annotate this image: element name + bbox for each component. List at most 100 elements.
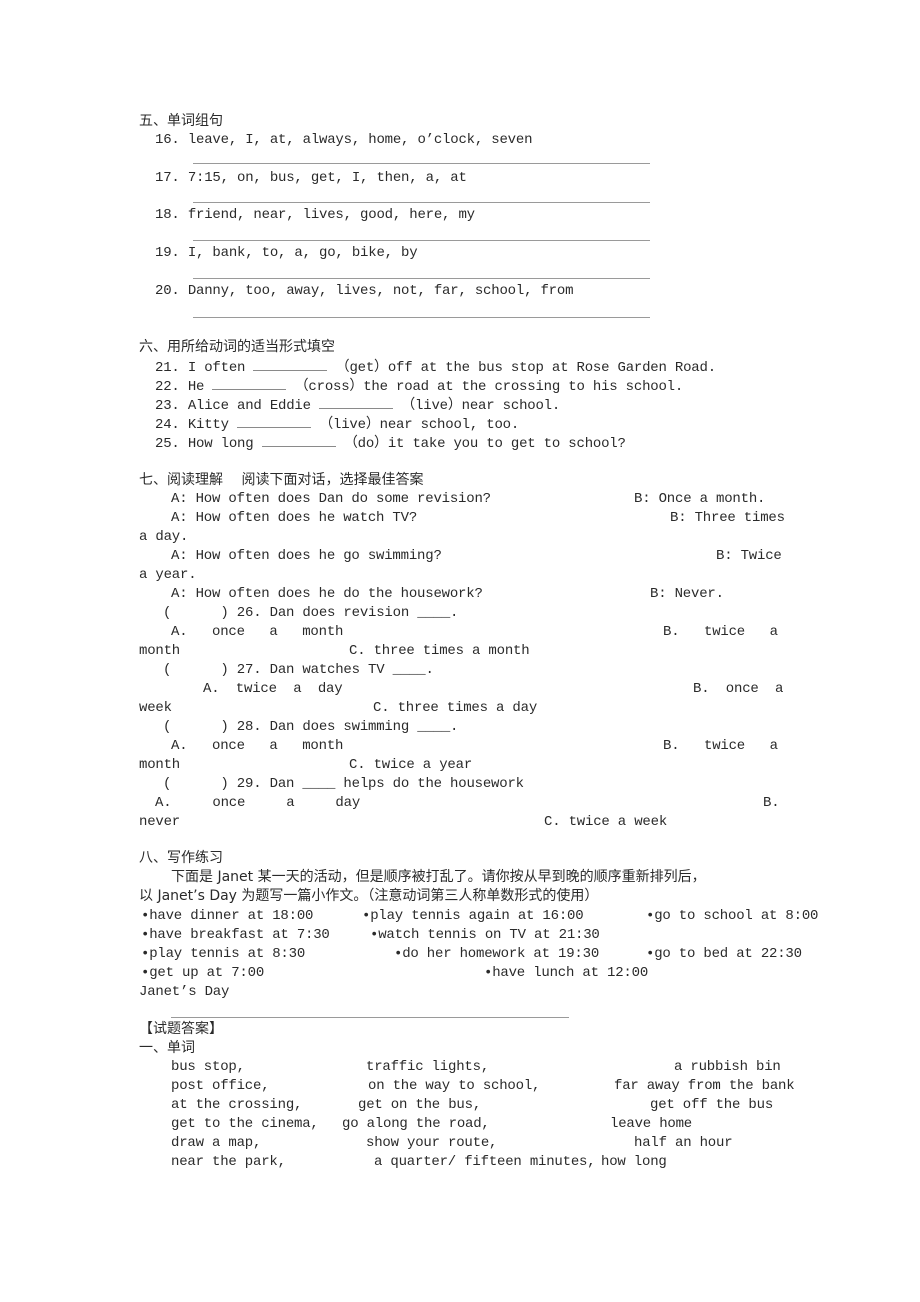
s5-q18: 18. friend, near, lives, good, here, my [155, 206, 475, 225]
essay-writing-line[interactable] [171, 1017, 569, 1018]
s6-q24: 24. Kitty （live）near school, too. [155, 414, 519, 435]
q26-option-c[interactable]: C. three times a month [349, 642, 530, 661]
answers-section1-title: 一、单词 [139, 1040, 195, 1056]
q-after: off at the bus stop at Rose Garden Road. [387, 360, 716, 376]
q28-option-b-wrap: month [139, 757, 181, 773]
answer-word: get to the cinema, [171, 1116, 319, 1132]
q26-option-a[interactable]: A. once a month [171, 623, 343, 642]
q-num: 20. [155, 283, 180, 299]
activity-item: •go to bed at 22:30 [646, 946, 802, 962]
answer-line-19[interactable] [193, 278, 650, 279]
activity-item: •have breakfast at 7:30 [141, 927, 330, 943]
question-29-stem: ( ) 29. Dan ____ helps do the housework [163, 776, 524, 792]
q26-option-b[interactable]: B. twice a [663, 623, 778, 642]
answer-word: show your route, [366, 1135, 498, 1151]
q-verb: （do） [343, 436, 388, 452]
q29-option-b-wrap: never [139, 814, 181, 830]
section6-title: 六、用所给动词的适当形式填空 [139, 339, 335, 355]
answer-line-16[interactable] [193, 163, 650, 164]
dialogue-a-3: A: How often does he go swimming? [171, 548, 442, 564]
answer-line-20[interactable] [193, 317, 650, 318]
fill-blank-22[interactable] [212, 376, 287, 390]
dialogue-a-1: A: How often does Dan do some revision? [171, 491, 491, 507]
activity-item: •have dinner at 18:00 [141, 908, 314, 924]
q-before: Kitty [187, 417, 229, 433]
answer-word: post office, [171, 1078, 270, 1094]
answer-word: leave home [610, 1116, 693, 1132]
answer-word: go along the road, [342, 1116, 490, 1132]
q27-option-b-wrap: week [139, 700, 172, 716]
dialogue-a-4: A: How often does he do the housework? [171, 586, 483, 602]
answer-word: half an hour [634, 1135, 733, 1151]
q-num: 22. [155, 379, 180, 395]
q-before: How long [187, 436, 254, 452]
answer-word: traffic lights, [366, 1059, 490, 1075]
answer-word: a rubbish bin [674, 1059, 781, 1075]
dialogue-b-1: B: Once a month. [634, 491, 766, 507]
section8-title: 八、写作练习 [139, 850, 223, 866]
q-verb: （live） [319, 417, 380, 433]
answer-word: a quarter/ fifteen minutes, [374, 1154, 596, 1170]
answer-word: bus stop, [171, 1059, 245, 1075]
writing-instruction-1: 下面是 Janet 某一天的活动，但是顺序被打乱了。请你按从早到晚的顺序重新排列… [171, 869, 706, 885]
q-num: 24. [155, 417, 180, 433]
writing-instruction-2: 以 Janet’s Day 为题写一篇小作文。（注意动词第三人称单数形式的使用） [139, 888, 599, 904]
q-before: Alice and Eddie [187, 398, 311, 414]
q-after: the road at the crossing to his school. [363, 379, 684, 395]
q-words: leave, I, at, always, home, o’clock, sev… [187, 132, 533, 148]
s5-q16: 16. leave, I, at, always, home, o’clock,… [155, 131, 532, 150]
s5-q17: 17. 7:15, on, bus, get, I, then, a, at [155, 169, 467, 188]
q29-option-a[interactable]: A. once a day [155, 794, 360, 813]
q-before: He [187, 379, 205, 395]
dialogue-b-3-wrap: a year. [139, 567, 197, 583]
fill-blank-25[interactable] [261, 433, 336, 447]
essay-title: Janet’s Day [139, 984, 230, 1000]
q26-option-b-wrap: month [139, 643, 181, 659]
q-words: friend, near, lives, good, here, my [187, 207, 475, 223]
activity-item: •play tennis at 8:30 [141, 946, 306, 962]
q28-option-c[interactable]: C. twice a year [349, 756, 472, 775]
s5-q20: 20. Danny, too, away, lives, not, far, s… [155, 282, 573, 301]
s6-q21: 21. I often （get）off at the bus stop at … [155, 357, 716, 378]
dialogue-b-4: B: Never. [650, 586, 724, 602]
q-words: Danny, too, away, lives, not, far, schoo… [187, 283, 574, 299]
dialogue-b-2-wrap: a day. [139, 529, 189, 545]
answer-line-18[interactable] [193, 240, 650, 241]
q-num: 19. [155, 245, 180, 261]
activity-item: •get up at 7:00 [141, 965, 265, 981]
section5-title: 五、单词组句 [139, 113, 223, 129]
q27-option-c[interactable]: C. three times a day [373, 699, 537, 718]
fill-blank-24[interactable] [237, 414, 312, 428]
answer-word: at the crossing, [171, 1097, 303, 1113]
q28-option-b[interactable]: B. twice a [663, 737, 778, 756]
q-verb: （get） [335, 360, 388, 376]
q-before: I often [187, 360, 246, 376]
activity-item: •play tennis again at 16:00 [362, 908, 584, 924]
q28-option-a[interactable]: A. once a month [171, 737, 343, 756]
q29-option-b[interactable]: B. [763, 794, 780, 813]
answers-title: 【试题答案】 [139, 1021, 223, 1037]
q-words: 7:15, on, bus, get, I, then, a, at [187, 170, 467, 186]
activity-item: •watch tennis on TV at 21:30 [370, 927, 600, 943]
dialogue-b-3: B: Twice [716, 548, 782, 564]
q27-option-b[interactable]: B. once a [693, 680, 783, 699]
activity-item: •have lunch at 12:00 [484, 965, 649, 981]
q-num: 23. [155, 398, 180, 414]
q29-option-c[interactable]: C. twice a week [544, 813, 667, 832]
fill-blank-21[interactable] [253, 357, 328, 371]
question-26-stem: ( ) 26. Dan does revision ____. [163, 605, 459, 621]
section7-title: 七、阅读理解 阅读下面对话，选择最佳答案 [139, 472, 424, 488]
answer-line-17[interactable] [193, 202, 650, 203]
s6-q23: 23. Alice and Eddie （live）near school. [155, 395, 560, 416]
dialogue-a-2: A: How often does he watch TV? [171, 510, 418, 526]
answer-word: near the park, [171, 1154, 286, 1170]
fill-blank-23[interactable] [319, 395, 394, 409]
s5-q19: 19. I, bank, to, a, go, bike, by [155, 244, 418, 263]
q27-option-a[interactable]: A. twice a day [203, 680, 343, 699]
q-words: I, bank, to, a, go, bike, by [187, 245, 418, 261]
q-after: near school, too. [379, 417, 520, 433]
answer-word: get on the bus, [358, 1097, 482, 1113]
q-num: 16. [155, 132, 180, 148]
answer-word: how long [601, 1154, 667, 1170]
q-num: 17. [155, 170, 180, 186]
